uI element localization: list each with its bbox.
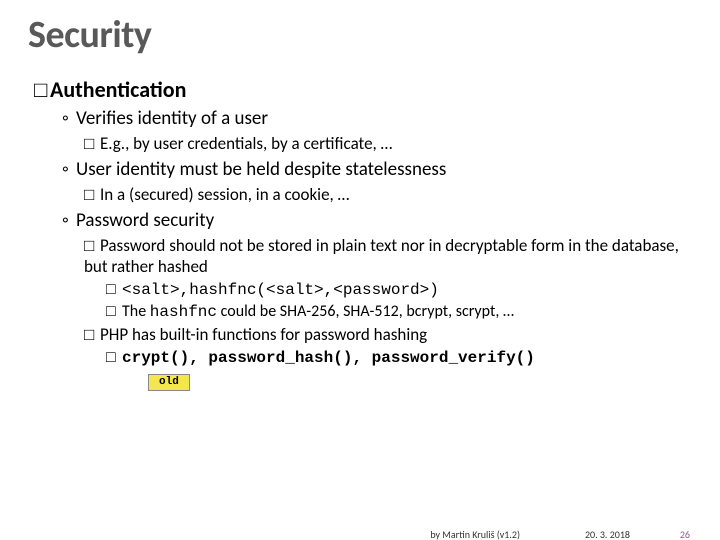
item-text: E.g., by user credentials, by a certific… — [100, 133, 392, 154]
item-salt-hashfnc: □<salt>,hashfnc(<salt>,<password>) — [106, 280, 692, 299]
slide-content: □Authentication ◦Verifies identity of a … — [28, 76, 692, 391]
item-text: In a (secured) session, in a cookie, … — [100, 184, 349, 205]
bullet-diamond-icon: ◦ — [62, 158, 76, 181]
item-php-funcs: □crypt(), password_hash(), password_veri… — [106, 348, 692, 367]
item-hashfnc-algos: □The hashfnc could be SHA-256, SHA-512, … — [106, 302, 692, 321]
item-eg-credentials: □E.g., by user credentials, by a certifi… — [84, 133, 692, 154]
bullet-square-icon: □ — [106, 303, 122, 321]
item-verifies: ◦Verifies identity of a user — [62, 107, 692, 130]
item-session: □In a (secured) session, in a cookie, … — [84, 184, 692, 205]
bullet-square-icon: □ — [34, 77, 50, 103]
bullet-square-icon: □ — [106, 281, 122, 299]
text-pre: The — [122, 302, 150, 321]
footer-date: 20. 3. 2018 — [585, 528, 630, 540]
item-text: User identity must be held despite state… — [76, 158, 446, 181]
bullet-square-icon: □ — [84, 134, 100, 154]
bullet-diamond-icon: ◦ — [62, 209, 76, 232]
bullet-square-icon: □ — [84, 185, 100, 205]
old-badge: old — [148, 374, 190, 391]
footer-page: 26 — [680, 528, 690, 540]
text-post: could be SHA-256, SHA-512, bcrypt, scryp… — [217, 302, 514, 321]
item-php-builtin: □PHP has built-in functions for password… — [84, 324, 692, 345]
code-hashfnc: hashfnc — [150, 303, 217, 321]
item-not-plaintext: □Password should not be stored in plain … — [84, 235, 692, 277]
slide: Security □Authentication ◦Verifies ident… — [0, 0, 720, 540]
item-stateless: ◦User identity must be held despite stat… — [62, 158, 692, 181]
item-text: Verifies identity of a user — [76, 107, 268, 130]
bullet-diamond-icon: ◦ — [62, 107, 76, 130]
item-text: PHP has built-in functions for password … — [100, 324, 427, 345]
bullet-square-icon: □ — [106, 349, 122, 367]
heading-text: Authentication — [50, 76, 186, 103]
footer-credit: by Martin Kruliš (v1.2) — [430, 528, 520, 540]
slide-title: Security — [28, 12, 692, 58]
code-php-funcs: crypt(), password_hash(), password_verif… — [122, 349, 535, 367]
heading-authentication: □Authentication — [34, 76, 692, 103]
item-text: Password should not be stored in plain t… — [84, 235, 679, 277]
bullet-square-icon: □ — [84, 325, 100, 345]
item-password-security: ◦Password security — [62, 209, 692, 232]
item-text: Password security — [76, 209, 214, 232]
code-salt-hash: <salt>,hashfnc(<salt>,<password>) — [122, 281, 439, 299]
bullet-square-icon: □ — [84, 236, 100, 256]
